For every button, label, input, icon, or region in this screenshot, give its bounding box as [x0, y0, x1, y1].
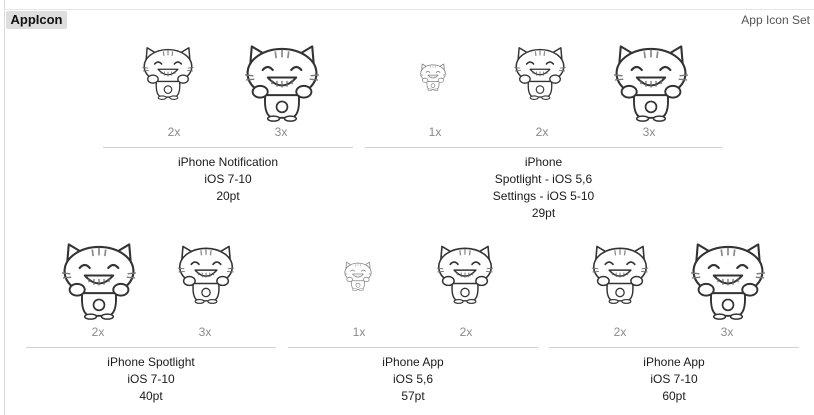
caption-iphone-notification: iPhone Notification iOS 7-10 20pt	[103, 154, 353, 205]
cat-icon	[511, 42, 569, 100]
icon-well-settings-1x[interactable]	[418, 61, 448, 91]
scale-label: 2x	[167, 125, 181, 139]
group-divider	[26, 347, 276, 348]
caption-device: iPhone Spotlight	[107, 355, 195, 369]
icon-well-app-ios7-3x[interactable]	[686, 236, 770, 320]
caption-device: iPhone App	[643, 355, 705, 369]
caption-os: iOS 7-10	[127, 372, 175, 386]
icon-well-settings-2x[interactable]	[511, 42, 569, 100]
scale-label: 3x	[198, 325, 212, 339]
icon-well-notification-3x[interactable]	[240, 38, 324, 122]
scale-label: 3x	[642, 125, 656, 139]
cat-icon	[609, 38, 693, 122]
group-divider	[549, 347, 799, 348]
scale-label: 2x	[459, 325, 473, 339]
asset-title[interactable]: AppIcon	[6, 11, 67, 29]
scale-label: 3x	[720, 325, 734, 339]
group-divider	[103, 147, 353, 148]
scale-label: 2x	[91, 325, 105, 339]
caption-size: 40pt	[139, 389, 163, 403]
caption-iphone-app-ios7: iPhone App iOS 7-10 60pt	[549, 354, 799, 405]
icon-well-app-ios56-1x[interactable]	[342, 259, 374, 291]
header-divider	[4, 9, 814, 10]
caption-device: iPhone Notification	[177, 155, 279, 169]
cat-icon	[139, 42, 197, 100]
cat-icon	[433, 240, 497, 304]
icon-well-settings-3x[interactable]	[609, 38, 693, 122]
cat-icon	[240, 38, 324, 122]
caption-device: iPhone	[524, 155, 563, 169]
caption-device: iPhone App	[382, 355, 444, 369]
scale-label: 2x	[613, 325, 627, 339]
caption-size: 20pt	[216, 189, 240, 203]
caption-os: iOS 7-10	[650, 372, 698, 386]
scale-label: 2x	[535, 125, 549, 139]
icon-well-spotlight-2x[interactable]	[57, 236, 141, 320]
asset-set-type: App Icon Set	[741, 13, 810, 27]
group-divider	[365, 147, 722, 148]
caption-iphone-app-ios56: iPhone App iOS 5,6 57pt	[288, 354, 538, 405]
cat-icon	[342, 259, 374, 291]
caption-iphone-spotlight: iPhone Spotlight iOS 7-10 40pt	[26, 354, 276, 405]
cat-icon	[418, 61, 448, 91]
left-border	[4, 0, 5, 415]
icon-well-app-ios7-2x[interactable]	[588, 240, 652, 304]
caption-size: 29pt	[531, 206, 556, 220]
group-divider	[288, 347, 538, 348]
scale-label: 1x	[428, 125, 442, 139]
cat-icon	[57, 236, 141, 320]
icon-well-notification-2x[interactable]	[139, 42, 197, 100]
caption-os: Spotlight - iOS 5,6	[494, 172, 593, 186]
cat-icon	[686, 236, 770, 320]
cat-icon	[174, 240, 238, 304]
caption-iphone-settings: iPhone Spotlight - iOS 5,6 Settings - iO…	[365, 154, 722, 222]
scale-label: 3x	[274, 125, 288, 139]
caption-size: 57pt	[401, 389, 425, 403]
scale-label: 1x	[352, 325, 366, 339]
caption-os: iOS 5,6	[392, 372, 434, 386]
icon-well-spotlight-3x[interactable]	[174, 240, 238, 304]
caption-size: 60pt	[662, 389, 686, 403]
caption-os: iOS 7-10	[204, 172, 252, 186]
icon-well-app-ios56-2x[interactable]	[433, 240, 497, 304]
caption-os: Settings - iOS 5-10	[492, 189, 595, 203]
cat-icon	[588, 240, 652, 304]
